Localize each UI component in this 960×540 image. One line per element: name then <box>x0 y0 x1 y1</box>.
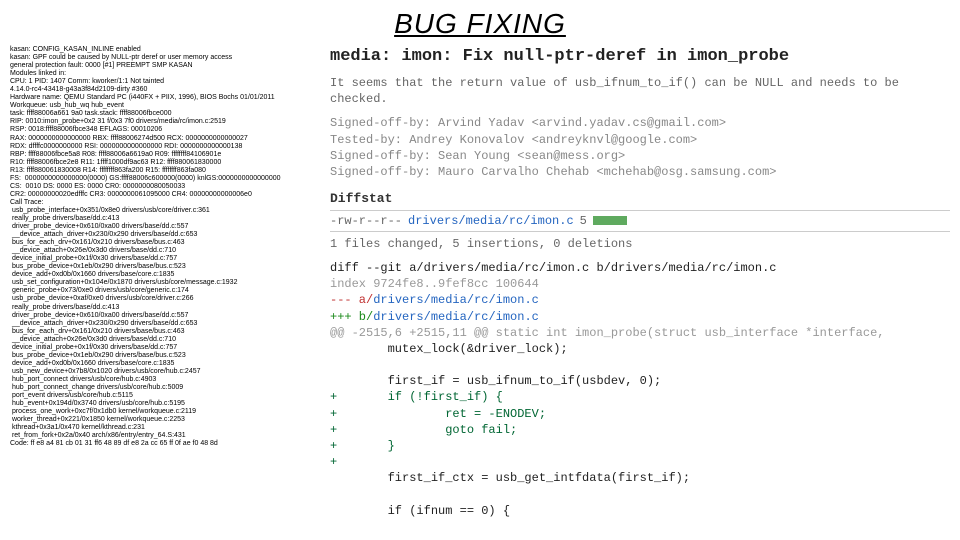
diff-block: diff --git a/drivers/media/rc/imon.c b/d… <box>330 260 950 519</box>
file-link[interactable]: drivers/media/rc/imon.c <box>408 213 574 229</box>
content-columns: kasan: CONFIG_KASAN_INLINE enabled kasan… <box>0 46 960 519</box>
kernel-trace-panel: kasan: CONFIG_KASAN_INLINE enabled kasan… <box>10 46 318 519</box>
commit-title: media: imon: Fix null-ptr-deref in imon_… <box>330 46 950 69</box>
insertions-bar-icon <box>593 216 627 225</box>
diff-hunk: @@ -2515,6 +2515,11 @@ static int imon_p… <box>330 326 885 340</box>
diff-line-add: + goto fail; <box>330 423 517 437</box>
patch-panel: media: imon: Fix null-ptr-deref in imon_… <box>330 46 950 519</box>
diff-line-add: + <box>330 455 337 469</box>
diffstat-summary: 1 files changed, 5 insertions, 0 deletio… <box>330 236 950 252</box>
diff-path: drivers/media/rc/imon.c <box>373 310 539 324</box>
divider <box>330 231 950 232</box>
diff-line: mutex_lock(&driver_lock); <box>330 342 568 356</box>
diff-line: diff --git a/drivers/media/rc/imon.c b/d… <box>330 261 776 275</box>
diff-line-add: +++ b/ <box>330 310 373 324</box>
diff-line-add: + if (!first_if) { <box>330 390 503 404</box>
diff-line: first_if_ctx = usb_get_intfdata(first_if… <box>330 471 690 485</box>
diff-line: if (ifnum == 0) { <box>330 504 510 518</box>
diff-line-add: + } <box>330 439 395 453</box>
diff-path: drivers/media/rc/imon.c <box>373 293 539 307</box>
diff-line-del: --- a/ <box>330 293 373 307</box>
file-change-count: 5 <box>580 213 587 229</box>
diffstat-row: -rw-r--r-- drivers/media/rc/imon.c 5 <box>330 213 950 229</box>
commit-message: It seems that the return value of usb_if… <box>330 75 950 107</box>
diff-line: first_if = usb_ifnum_to_if(usbdev, 0); <box>330 374 661 388</box>
file-perm: -rw-r--r-- <box>330 213 402 229</box>
diff-line: index 9724fe8..9fef8cc 100644 <box>330 277 539 291</box>
diff-line-add: + ret = -ENODEV; <box>330 407 546 421</box>
page-title: BUG FIXING <box>0 8 960 40</box>
commit-signatures: Signed-off-by: Arvind Yadav <arvind.yada… <box>330 115 950 180</box>
divider <box>330 210 950 211</box>
diffstat-heading: Diffstat <box>330 190 950 208</box>
